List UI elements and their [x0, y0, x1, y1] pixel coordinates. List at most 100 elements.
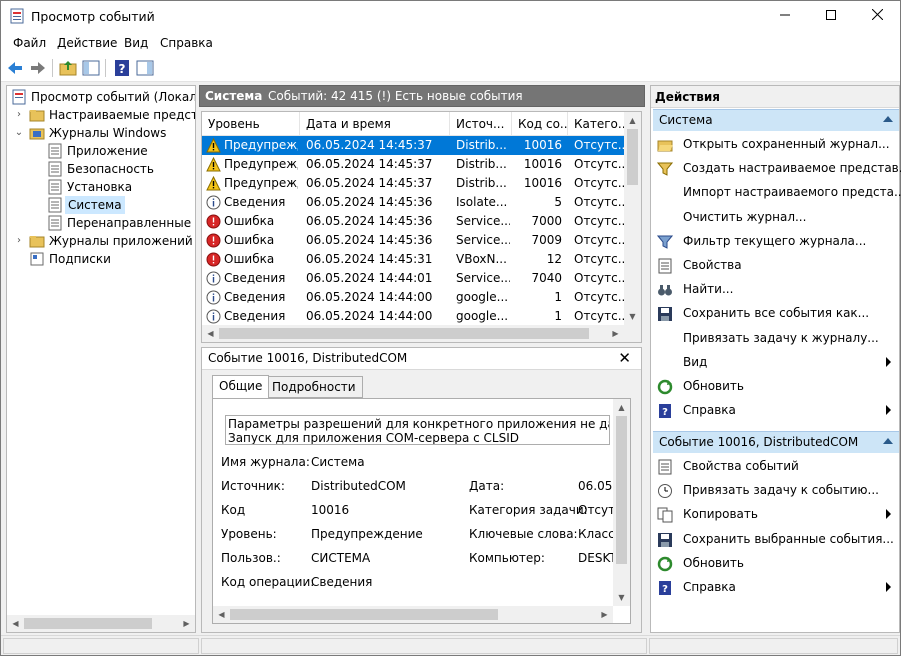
- action-label: Найти...: [683, 282, 734, 297]
- action-item[interactable]: Копировать: [651, 504, 899, 526]
- chevron-right-icon[interactable]: ›: [13, 232, 25, 250]
- table-row[interactable]: Ошибка 06.05.2024 14:45:31 VBoxN... 12 Отсут…: [202, 250, 627, 269]
- cell-level: Сведения: [224, 290, 286, 304]
- close-detail-icon[interactable]: ✕: [618, 349, 631, 367]
- grid-vertical-scrollbar[interactable]: ▲ ▼: [624, 112, 641, 325]
- scroll-up-icon[interactable]: ▲: [624, 112, 641, 129]
- scroll-down-icon[interactable]: ▼: [613, 589, 630, 606]
- action-item[interactable]: Вид: [651, 352, 899, 374]
- action-item[interactable]: Очистить журнал...: [651, 207, 899, 229]
- table-row[interactable]: Сведения 06.05.2024 14:44:00 google... 1 Отс…: [202, 288, 627, 307]
- cell-code: 10016: [523, 157, 562, 171]
- cell-level: Сведения: [224, 309, 286, 323]
- scroll-left-icon[interactable]: ◀: [213, 606, 230, 623]
- scrollbar-thumb[interactable]: [24, 618, 152, 629]
- close-button[interactable]: [854, 1, 900, 32]
- event-description[interactable]: Параметры разрешений для конкретного при…: [225, 415, 610, 445]
- warning-icon: [206, 138, 221, 153]
- action-item[interactable]: Свойства событий: [651, 456, 899, 478]
- action-item[interactable]: Импорт настраиваемого предста...: [651, 182, 901, 204]
- detail-horizontal-scrollbar[interactable]: ◀ ▶: [213, 606, 613, 623]
- actions-section-event[interactable]: Событие 10016, DistributedCOM: [653, 431, 899, 453]
- action-item[interactable]: Создать настраиваемое представ...: [651, 158, 901, 180]
- table-row[interactable]: Предупрежд... 06.05.2024 14:45:37 Distrib.…: [202, 136, 627, 155]
- action-item[interactable]: Открыть сохраненный журнал...: [651, 134, 899, 156]
- column-source[interactable]: Источ...: [450, 112, 512, 136]
- action-item[interactable]: Свойства: [651, 255, 899, 277]
- column-level[interactable]: Уровень: [202, 112, 300, 136]
- action-item[interactable]: ? Справка: [651, 577, 899, 599]
- column-category[interactable]: Катего...: [568, 112, 627, 136]
- minimize-button[interactable]: [762, 1, 808, 32]
- chevron-right-icon[interactable]: ›: [13, 106, 25, 124]
- cell-level: Сведения: [224, 271, 286, 285]
- action-item[interactable]: Привязать задачу к событию...: [651, 480, 899, 502]
- column-code[interactable]: Код со...: [512, 112, 568, 136]
- tree-item-label: Просмотр событий (Локальный): [31, 90, 195, 104]
- actions-section-system[interactable]: Система: [653, 109, 899, 131]
- menu-view[interactable]: Вид: [124, 36, 148, 50]
- show-hide-actions-icon[interactable]: [135, 58, 155, 78]
- tree-item-label: Настраиваемые представления: [49, 108, 196, 122]
- submenu-arrow-icon: [886, 356, 891, 367]
- tree-horizontal-scrollbar[interactable]: ◀ ▶: [7, 615, 195, 632]
- action-label: Обновить: [683, 379, 744, 393]
- back-arrow-icon[interactable]: [5, 58, 25, 78]
- table-row[interactable]: Сведения 06.05.2024 14:44:00 google... 1 Отс…: [202, 307, 627, 326]
- cell-category: Отсутс...: [574, 138, 624, 152]
- tab-general-active[interactable]: Общие: [212, 375, 270, 399]
- table-row[interactable]: Ошибка 06.05.2024 14:45:36 Service... 7000 О…: [202, 212, 627, 231]
- table-row[interactable]: Ошибка 06.05.2024 14:45:36 Service... 7009 О…: [202, 231, 627, 250]
- action-item[interactable]: Обновить: [651, 376, 899, 398]
- scroll-right-icon[interactable]: ▶: [596, 606, 613, 623]
- cell-category: Отсутс...: [574, 176, 624, 190]
- action-item[interactable]: Привязать задачу к журналу...: [651, 328, 899, 350]
- table-row[interactable]: Сведения 06.05.2024 14:45:36 Isolate... 5 От…: [202, 193, 627, 212]
- scrollbar-thumb[interactable]: [616, 416, 627, 564]
- scrollbar-thumb[interactable]: [627, 129, 638, 185]
- table-row[interactable]: Предупрежд... 06.05.2024 14:45:37 Distrib.…: [202, 174, 627, 193]
- scroll-left-icon[interactable]: ◀: [202, 325, 219, 342]
- collapse-icon[interactable]: [883, 116, 893, 122]
- maximize-button[interactable]: [808, 1, 854, 32]
- action-item[interactable]: Найти...: [651, 279, 899, 301]
- cell-date: 06.05.2024 14:45:36: [306, 214, 433, 228]
- cell-code: 10016: [523, 138, 562, 152]
- menu-file[interactable]: Файл: [13, 36, 46, 50]
- forward-arrow-icon[interactable]: [28, 58, 48, 78]
- column-date[interactable]: Дата и время: [300, 112, 450, 136]
- action-item[interactable]: Обновить: [651, 553, 899, 575]
- scroll-left-icon[interactable]: ◀: [7, 615, 24, 632]
- scroll-down-icon[interactable]: ▼: [624, 308, 641, 325]
- action-item[interactable]: Фильтр текущего журнала...: [651, 231, 899, 253]
- cell-level: Ошибка: [224, 233, 275, 247]
- save-icon: [658, 532, 672, 547]
- up-folder-icon[interactable]: [58, 58, 78, 78]
- action-item[interactable]: Сохранить выбранные события...: [651, 529, 899, 551]
- chevron-down-icon[interactable]: ⌄: [13, 124, 25, 142]
- help-icon: ?: [659, 404, 671, 419]
- scroll-up-icon[interactable]: ▲: [613, 399, 630, 416]
- tree-item-label: Приложение: [67, 144, 148, 158]
- menu-help[interactable]: Справка: [160, 36, 213, 50]
- table-row[interactable]: Предупрежд... 06.05.2024 14:45:37 Distrib.…: [202, 155, 627, 174]
- cell-category: Отсутс...: [574, 195, 624, 209]
- table-row[interactable]: Сведения 06.05.2024 14:44:01 Service... 704…: [202, 269, 627, 288]
- help-icon[interactable]: ?: [112, 58, 132, 78]
- scrollbar-thumb[interactable]: [230, 609, 498, 620]
- scroll-right-icon[interactable]: ▶: [607, 325, 624, 342]
- show-hide-tree-icon[interactable]: [81, 58, 101, 78]
- cell-level: Предупрежд...: [224, 138, 298, 152]
- grid-horizontal-scrollbar[interactable]: ◀ ▶: [202, 325, 641, 342]
- action-label: Очистить журнал...: [683, 209, 807, 224]
- action-item[interactable]: ? Справка: [651, 400, 899, 422]
- scroll-right-icon[interactable]: ▶: [178, 615, 195, 632]
- scrollbar-thumb[interactable]: [219, 328, 589, 339]
- tab-label: Подробности: [272, 380, 356, 394]
- menu-action[interactable]: Действие: [57, 36, 117, 50]
- detail-vertical-scrollbar[interactable]: ▲ ▼: [613, 399, 630, 606]
- collapse-icon[interactable]: [883, 438, 893, 444]
- tab-details[interactable]: Подробности: [265, 376, 363, 398]
- action-item[interactable]: Сохранить все события как...: [651, 303, 899, 325]
- refresh-icon: [657, 556, 673, 572]
